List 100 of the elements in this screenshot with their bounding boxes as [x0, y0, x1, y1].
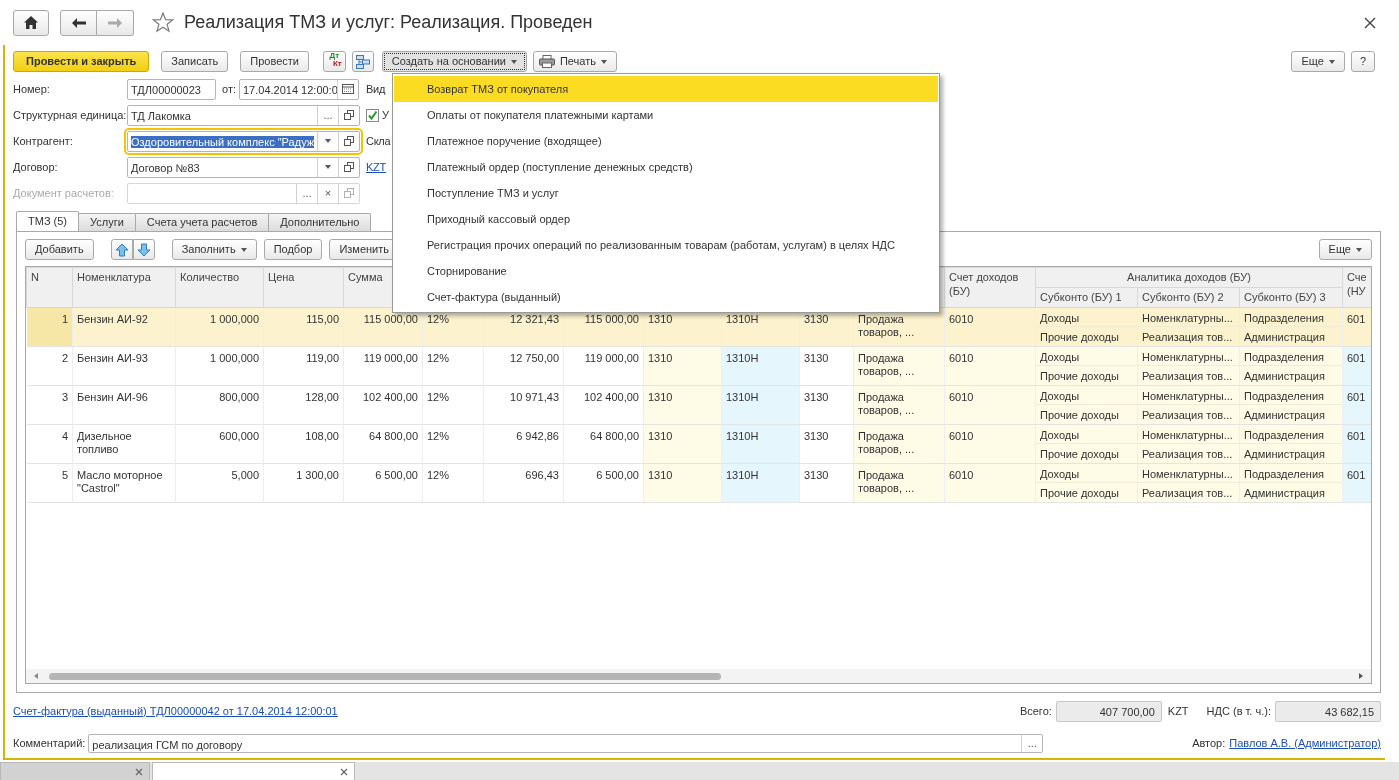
checkbox[interactable] — [366, 108, 379, 122]
author-link[interactable]: Павлов А.В. (Администратор) — [1229, 734, 1381, 752]
caret-icon — [325, 139, 331, 143]
table-cell-text: 1310 — [647, 390, 674, 404]
table-cell-text: Реализация тов... — [1141, 408, 1234, 423]
star-icon[interactable] — [152, 12, 174, 33]
create-based-on-button[interactable]: Создать на основании — [381, 51, 527, 72]
structure-button[interactable] — [351, 51, 374, 72]
table-cell-text: 102 400,00 — [582, 390, 640, 404]
table-cell-text: Реализация тов... — [1141, 369, 1234, 384]
menu-item[interactable]: Оплаты от покупателя платежными картами — [394, 102, 938, 128]
table-cell: Доходы — [1036, 464, 1137, 483]
help-button[interactable]: ? — [1350, 51, 1375, 72]
table-cell-text: 601 — [1346, 429, 1367, 443]
move-up-button[interactable] — [110, 239, 133, 260]
number-field[interactable]: ТДЛ00000023 — [127, 78, 216, 100]
table-cell-text: 6010 — [948, 468, 975, 482]
more-button[interactable]: Еще — [1291, 51, 1345, 72]
input-field[interactable]: Договор №83 — [127, 156, 360, 178]
menu-item[interactable]: Возврат ТМЗ от покупателя — [394, 76, 938, 102]
toolbar-button[interactable]: Записать — [161, 51, 229, 72]
more-button[interactable]: Еще — [1318, 239, 1372, 260]
field-label: от: — [222, 81, 236, 97]
menu-item[interactable]: Платежное поручение (входящее) — [394, 128, 938, 154]
table-cell: Номенклатурны... — [1138, 308, 1239, 327]
table-cell-text: Бензин АИ-96 — [76, 390, 149, 404]
back-arrow-icon — [71, 17, 86, 28]
close-icon[interactable] — [1364, 16, 1376, 29]
input-field[interactable]: ТД Лакомка ... — [127, 104, 360, 126]
total-field: 407 700,00 — [1055, 700, 1162, 722]
post-and-close-button[interactable]: Провести и закрыть — [13, 51, 150, 72]
table-cell-text: 601 — [1346, 312, 1367, 326]
move-down-button[interactable] — [132, 239, 155, 260]
home-button[interactable] — [13, 9, 49, 36]
menu-item[interactable]: Платежный ордер (поступление денежных средств) — [394, 154, 938, 180]
table-cell-text: 6 500,00 — [595, 468, 640, 482]
scrollbar-thumb[interactable] — [49, 672, 721, 680]
table-cell-text: Продажа товаров, ... — [857, 312, 916, 339]
field-label: Договор: — [13, 159, 59, 175]
add-button[interactable]: Добавить — [25, 239, 94, 260]
table-cell-text: 601 — [1346, 468, 1367, 482]
tab[interactable]: ТМЗ (5) — [16, 211, 80, 231]
table-cell-text: 6010 — [948, 351, 975, 365]
field-label: НДС (в т. ч.): — [1206, 703, 1271, 719]
table-cell: Номенклатурны... — [1138, 347, 1239, 366]
close-icon[interactable] — [340, 767, 348, 776]
table-cell-text: Прочие доходы — [1039, 369, 1120, 384]
table-cell-text: 10 971,43 — [509, 390, 560, 404]
comment-field[interactable]: реализация ГСМ по договору ... — [88, 733, 1044, 753]
field-label: Структурная единица: — [13, 107, 127, 123]
menu-item[interactable]: Поступление ТМЗ и услуг — [394, 180, 938, 206]
table-cell-text: 696,43 — [524, 468, 560, 482]
table-cell: Подразделения — [1240, 386, 1342, 405]
table-cell-text: 3130 — [803, 429, 830, 443]
field-label: Номер: — [13, 81, 51, 97]
table-cell: Подразделения — [1240, 308, 1342, 327]
table-cell-text: 12% — [426, 312, 451, 326]
table-cell-text: Бензин АИ-93 — [76, 351, 149, 365]
table-cell-text: 1310 — [647, 468, 674, 482]
back-button[interactable] — [60, 9, 97, 36]
debit-credit-button[interactable]: Дт Кт — [323, 51, 346, 72]
caret-icon — [600, 59, 607, 64]
table-cell-text: 3130 — [803, 312, 830, 326]
print-button[interactable]: Печать — [532, 51, 617, 72]
table-cell-text: 1 — [60, 312, 69, 326]
fill-button[interactable]: Заполнить — [171, 239, 257, 260]
window-title: Реализация ТМЗ и услуг: Реализация. Проведен — [184, 11, 593, 34]
pick-button[interactable]: Подбор — [263, 239, 323, 260]
table-cell-text: 3130 — [803, 468, 830, 482]
home-icon — [24, 16, 38, 29]
checkbox-label: У — [382, 107, 389, 123]
menu-item[interactable]: Приходный кассовый ордер — [394, 206, 938, 232]
column-header: N — [26, 267, 73, 308]
printer-icon — [538, 55, 555, 68]
table-cell-text: 1 000,000 — [209, 351, 260, 365]
input-field[interactable]: Оздоровительный комплекс "Радуж — [127, 130, 360, 152]
column-header: Количество — [175, 267, 264, 308]
horizontal-scrollbar[interactable] — [26, 669, 1371, 683]
currency-link[interactable]: KZT — [366, 158, 386, 176]
date-field[interactable]: 17.04.2014 12:00:0 — [239, 78, 359, 100]
field-label: Всего: — [1019, 703, 1052, 719]
table-cell-text: Реализация тов... — [1141, 447, 1234, 462]
tab[interactable]: Услуги — [78, 213, 136, 231]
caret-icon — [1328, 59, 1335, 64]
table-cell-text: Продажа товаров, ... — [857, 351, 916, 378]
tab[interactable]: Дополнительно — [268, 213, 372, 231]
table-cell-text: 1310Н — [725, 312, 760, 326]
tab[interactable]: Счета учета расчетов — [134, 213, 270, 231]
table-cell-text: 3 — [60, 390, 69, 404]
table-cell-text: 12% — [426, 429, 451, 443]
table-cell-text: 119,00 — [305, 351, 340, 365]
table-cell-text: 119 000,00 — [362, 351, 419, 365]
table-cell-text: 600,000 — [218, 429, 260, 443]
table-cell-text: 6 942,86 — [515, 429, 560, 443]
toolbar-button[interactable]: Провести — [240, 51, 309, 72]
table-cell-text: 6010 — [948, 312, 975, 326]
structure-icon — [355, 54, 370, 69]
table-cell-text: Прочие доходы — [1039, 330, 1120, 345]
invoice-link[interactable]: Счет-фактура (выданный) ТДЛ00000042 от 17.04.2014 12:00:01 — [13, 702, 338, 720]
table-cell-text: Администрация — [1243, 330, 1326, 345]
